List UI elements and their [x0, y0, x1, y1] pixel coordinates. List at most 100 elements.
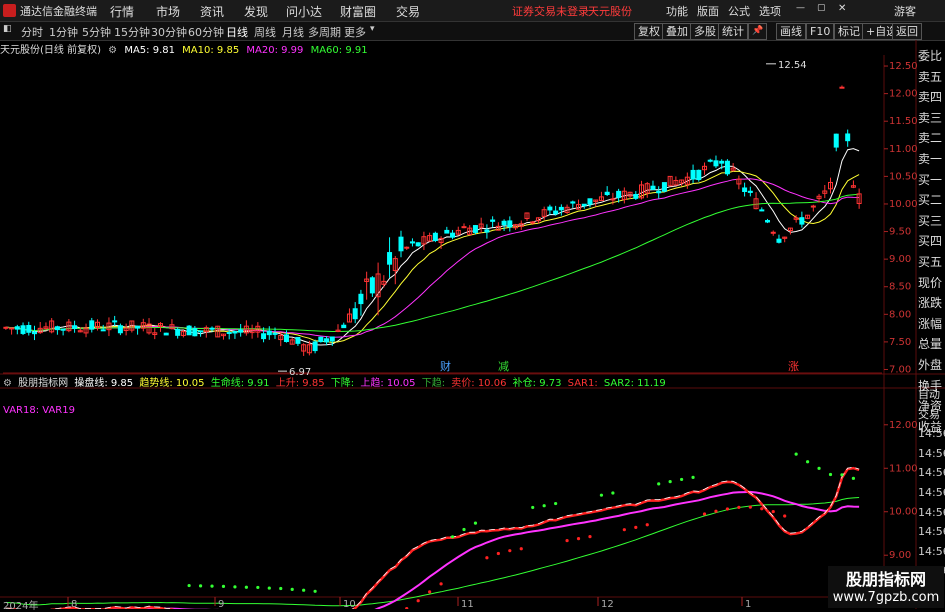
mark-button[interactable]: 标记: [834, 23, 864, 40]
legend-trend-line: 趋势线: 10.05: [139, 378, 205, 389]
period-daily[interactable]: 日线: [226, 24, 248, 40]
period-monthly[interactable]: 月线: [282, 24, 304, 40]
menu-market[interactable]: 市场: [156, 3, 180, 20]
side-item[interactable]: 总量: [918, 334, 945, 355]
sar-dot: [302, 588, 306, 592]
month-tick: 10: [343, 599, 356, 609]
side-item[interactable]: 委比: [918, 46, 945, 67]
menu-news[interactable]: 资讯: [200, 3, 224, 20]
trade-login-warning[interactable]: 证券交易未登录: [512, 3, 589, 19]
menu-ask[interactable]: 问小达: [286, 3, 322, 20]
candle-body: [226, 332, 232, 335]
toggle-panel-icon[interactable]: ◧: [3, 24, 12, 34]
indicator-tick: 10.00: [889, 507, 918, 518]
window-close-icon[interactable]: ✕: [838, 3, 846, 14]
menu-layout[interactable]: 版面: [697, 3, 719, 19]
side-trade-item[interactable]: 14:56: [918, 483, 945, 503]
adjust-button[interactable]: 复权: [634, 23, 664, 40]
side-item[interactable]: 买一: [918, 170, 945, 191]
month-tick: 11: [461, 599, 474, 609]
side-trade-item[interactable]: 14:56: [918, 503, 945, 523]
sar-dot: [771, 509, 775, 514]
period-more[interactable]: 更多: [344, 24, 366, 40]
window-restore-icon[interactable]: ▢: [817, 3, 826, 13]
back-button[interactable]: 返回: [892, 23, 922, 40]
candle-body: [432, 232, 438, 242]
candle-body: [501, 220, 507, 226]
price-tick: 10.50: [889, 171, 918, 182]
side-item[interactable]: 卖四: [918, 87, 945, 108]
sar-dot: [691, 475, 695, 479]
candle-body: [31, 331, 38, 335]
side-trade-item[interactable]: 14:56: [918, 522, 945, 542]
side-item[interactable]: 现价: [918, 273, 945, 294]
side-item[interactable]: 卖二: [918, 128, 945, 149]
overlay-button[interactable]: 叠加: [662, 23, 692, 40]
side-trade-item[interactable]: 交易: [918, 405, 945, 425]
menu-trade[interactable]: 交易: [396, 3, 420, 20]
side-item[interactable]: 买三: [918, 211, 945, 232]
multi-stock-button[interactable]: 多股: [690, 23, 720, 40]
event-marker[interactable]: 减: [498, 360, 509, 373]
side-item[interactable]: 卖三: [918, 108, 945, 129]
menu-discover[interactable]: 发现: [244, 3, 268, 20]
candle-body: [558, 206, 564, 211]
side-trade-item[interactable]: 自动: [918, 385, 945, 405]
draw-line-button[interactable]: 画线: [776, 23, 806, 40]
candle-body: [369, 277, 375, 294]
menu-market-quote[interactable]: 行情: [110, 3, 134, 20]
side-item[interactable]: 卖一: [918, 149, 945, 170]
side-trade-item[interactable]: 14:56: [918, 444, 945, 464]
period-5min[interactable]: 5分钟: [82, 24, 111, 40]
rise-line: [5, 466, 860, 609]
side-item[interactable]: 卖五: [918, 67, 945, 88]
menu-function[interactable]: 功能: [666, 3, 688, 19]
period-multi[interactable]: 多周期: [308, 24, 341, 40]
side-item[interactable]: 买二: [918, 190, 945, 211]
menu-wealth[interactable]: 财富圈: [340, 3, 376, 20]
period-1min[interactable]: 1分钟: [49, 24, 78, 40]
event-marker[interactable]: 涨: [788, 360, 799, 373]
side-item[interactable]: 外盘: [918, 355, 945, 376]
sar-dot: [210, 584, 214, 588]
more-chevron-icon[interactable]: ▾: [370, 24, 375, 34]
kline-chart-area[interactable]: 12.50 12.00 11.50 11.00 10.50 10.00 9.50 9.00 8.…: [0, 40, 945, 609]
menu-formula[interactable]: 公式: [728, 3, 750, 19]
event-marker[interactable]: 财: [440, 359, 451, 373]
side-trade-item[interactable]: 14:56: [918, 424, 945, 444]
indicator-settings-icon[interactable]: ⚙: [3, 378, 12, 389]
period-15min[interactable]: 15分钟: [114, 24, 150, 40]
period-weekly[interactable]: 周线: [254, 24, 276, 40]
window-minimize-icon[interactable]: —: [796, 3, 805, 13]
side-item[interactable]: 涨跌: [918, 293, 945, 314]
f10-button[interactable]: F10: [806, 23, 835, 40]
trade-side-panel[interactable]: 自动交易14:5614:5614:5614:5614:5614:5614:561…: [918, 385, 945, 581]
quote-side-panel[interactable]: 委比 卖五 卖四 卖三 卖二 卖一 买一 买二 买三 买四 买五 现价 涨跌 涨幅 总量 外盘 换手 净资 收益: [918, 46, 945, 437]
chart-title: 天元股份(日线 前复权): [0, 45, 101, 56]
candle-body: [616, 190, 622, 198]
legend-sar2: SAR2: 11.19: [603, 378, 666, 389]
sar-dot: [267, 586, 271, 590]
guest-user[interactable]: 游客: [894, 3, 916, 19]
period-30min[interactable]: 30分钟: [151, 24, 187, 40]
side-trade-item[interactable]: 14:56: [918, 463, 945, 483]
side-item[interactable]: 买五: [918, 252, 945, 273]
side-item[interactable]: 涨幅: [918, 314, 945, 335]
indicator-name[interactable]: 股朋指标网: [18, 378, 68, 389]
stats-button[interactable]: 统计: [718, 23, 748, 40]
side-trade-item[interactable]: 14:56: [918, 542, 945, 562]
sar-dot: [680, 477, 684, 482]
side-item[interactable]: 买四: [918, 231, 945, 252]
candle-body: [799, 217, 805, 225]
legend-chevron-icon[interactable]: ⚙: [108, 45, 117, 56]
candle-body: [404, 246, 410, 249]
candle-body: [747, 190, 753, 193]
pin-icon[interactable]: 📌: [748, 23, 768, 40]
current-stock-name: 天元股份: [588, 5, 632, 18]
indicator-tick: 11.00: [889, 463, 918, 474]
period-60min[interactable]: 60分钟: [188, 24, 224, 40]
ma10-line: [5, 170, 860, 344]
menu-options[interactable]: 选项: [759, 3, 781, 19]
period-intraday[interactable]: 分时: [21, 24, 43, 40]
legend-up-trend: 上趋: 10.05: [360, 378, 416, 389]
